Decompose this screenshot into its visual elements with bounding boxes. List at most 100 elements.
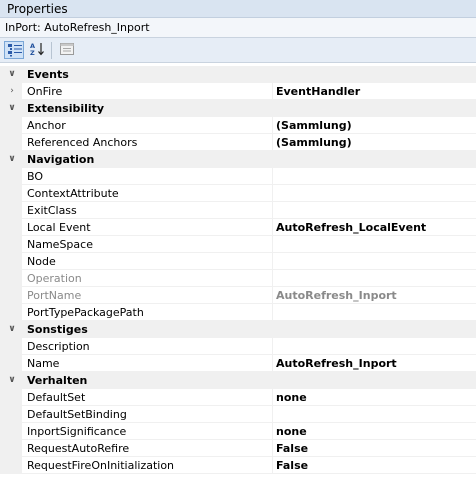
property-grid: ∨ Events › OnFire EventHandler ∨ Extensibility…: [0, 66, 476, 474]
property-row[interactable]: Local Event AutoRefresh_LocalEvent: [0, 219, 476, 236]
property-row[interactable]: ContextAttribute: [0, 185, 476, 202]
property-row[interactable]: RequestFireOnInitialization False: [0, 457, 476, 474]
property-row[interactable]: Node: [0, 253, 476, 270]
row-gutter: [0, 287, 22, 303]
property-row[interactable]: InportSignificance none: [0, 423, 476, 440]
row-gutter: [0, 355, 22, 371]
property-value[interactable]: [272, 168, 476, 184]
row-gutter: [0, 423, 22, 439]
collapse-chevron-icon[interactable]: ∨: [6, 321, 18, 337]
object-selector-label: InPort: AutoRefresh_Inport: [5, 21, 150, 34]
category-row[interactable]: ∨ Verhalten: [0, 372, 476, 389]
property-name: Local Event: [27, 221, 91, 234]
alphabetical-button[interactable]: A Z: [27, 41, 47, 59]
row-gutter: [0, 389, 22, 405]
collapse-chevron-icon[interactable]: ∨: [6, 372, 18, 388]
panel-title-bar: Properties: [0, 0, 476, 18]
toolbar-separator: [51, 42, 52, 59]
property-row[interactable]: DefaultSet none: [0, 389, 476, 406]
property-name: OnFire: [27, 85, 63, 98]
property-row[interactable]: Operation: [0, 270, 476, 287]
property-name: NameSpace: [27, 238, 93, 251]
property-name: Description: [27, 340, 90, 353]
property-value[interactable]: (Sammlung): [272, 134, 476, 150]
category-label: Navigation: [27, 153, 95, 166]
collapse-chevron-icon[interactable]: ∨: [6, 151, 18, 167]
property-value[interactable]: [272, 304, 476, 320]
property-name: Name: [27, 357, 60, 370]
row-gutter: ›: [0, 83, 22, 99]
row-gutter: [0, 168, 22, 184]
row-gutter: [0, 219, 22, 235]
property-name: ContextAttribute: [27, 187, 119, 200]
property-value[interactable]: none: [272, 389, 476, 405]
property-row[interactable]: › OnFire EventHandler: [0, 83, 476, 100]
property-name: InportSignificance: [27, 425, 127, 438]
property-row[interactable]: Anchor (Sammlung): [0, 117, 476, 134]
property-pages-button[interactable]: [57, 41, 77, 59]
property-value[interactable]: [272, 338, 476, 354]
property-row[interactable]: Name AutoRefresh_Inport: [0, 355, 476, 372]
property-toolbar: A Z: [0, 38, 476, 63]
property-row[interactable]: RequestAutoRefire False: [0, 440, 476, 457]
expand-chevron-icon[interactable]: ›: [6, 83, 18, 99]
property-row[interactable]: Description: [0, 338, 476, 355]
row-gutter: [0, 304, 22, 320]
property-name: RequestFireOnInitialization: [27, 459, 175, 472]
row-gutter: [0, 117, 22, 133]
category-label: Verhalten: [27, 374, 88, 387]
category-label: Extensibility: [27, 102, 105, 115]
property-value[interactable]: [272, 406, 476, 422]
row-gutter: [0, 236, 22, 252]
property-name: Referenced Anchors: [27, 136, 138, 149]
property-name: DefaultSetBinding: [27, 408, 127, 421]
property-value[interactable]: False: [272, 457, 476, 473]
property-value[interactable]: AutoRefresh_LocalEvent: [272, 219, 476, 235]
property-pages-icon: [60, 43, 74, 55]
property-value[interactable]: [272, 253, 476, 269]
property-name: BO: [27, 170, 44, 183]
property-row[interactable]: NameSpace: [0, 236, 476, 253]
row-gutter: [0, 134, 22, 150]
collapse-chevron-icon[interactable]: ∨: [6, 100, 18, 116]
property-row[interactable]: BO: [0, 168, 476, 185]
property-name: ExitClass: [27, 204, 77, 217]
property-row[interactable]: Referenced Anchors (Sammlung): [0, 134, 476, 151]
row-gutter: [0, 270, 22, 286]
property-value[interactable]: [272, 185, 476, 201]
property-name: Operation: [27, 272, 82, 285]
category-label: Events: [27, 68, 69, 81]
property-value[interactable]: [272, 236, 476, 252]
property-value[interactable]: EventHandler: [272, 83, 476, 99]
alphabetical-sort-icon: A Z: [30, 42, 44, 56]
row-gutter: [0, 338, 22, 354]
panel-title: Properties: [7, 2, 68, 16]
row-gutter: [0, 253, 22, 269]
row-gutter: [0, 406, 22, 422]
category-row[interactable]: ∨ Extensibility: [0, 100, 476, 117]
property-name: RequestAutoRefire: [27, 442, 130, 455]
object-selector[interactable]: InPort: AutoRefresh_Inport: [0, 18, 476, 38]
property-row[interactable]: PortTypePackagePath: [0, 304, 476, 321]
property-row[interactable]: DefaultSetBinding: [0, 406, 476, 423]
property-name: PortTypePackagePath: [27, 306, 144, 319]
category-row[interactable]: ∨ Events: [0, 66, 476, 83]
category-row[interactable]: ∨ Navigation: [0, 151, 476, 168]
property-value[interactable]: (Sammlung): [272, 117, 476, 133]
categorized-button[interactable]: [4, 41, 24, 59]
property-row[interactable]: PortName AutoRefresh_Inport: [0, 287, 476, 304]
property-name: PortName: [27, 289, 82, 302]
property-value[interactable]: AutoRefresh_Inport: [272, 355, 476, 371]
collapse-chevron-icon[interactable]: ∨: [6, 66, 18, 82]
svg-text:Z: Z: [30, 49, 35, 56]
category-row[interactable]: ∨ Sonstiges: [0, 321, 476, 338]
property-name: DefaultSet: [27, 391, 86, 404]
row-gutter: [0, 202, 22, 218]
property-value[interactable]: none: [272, 423, 476, 439]
property-value[interactable]: [272, 202, 476, 218]
property-value[interactable]: [272, 270, 476, 286]
property-value[interactable]: AutoRefresh_Inport: [272, 287, 476, 303]
category-label: Sonstiges: [27, 323, 88, 336]
property-row[interactable]: ExitClass: [0, 202, 476, 219]
property-value[interactable]: False: [272, 440, 476, 456]
